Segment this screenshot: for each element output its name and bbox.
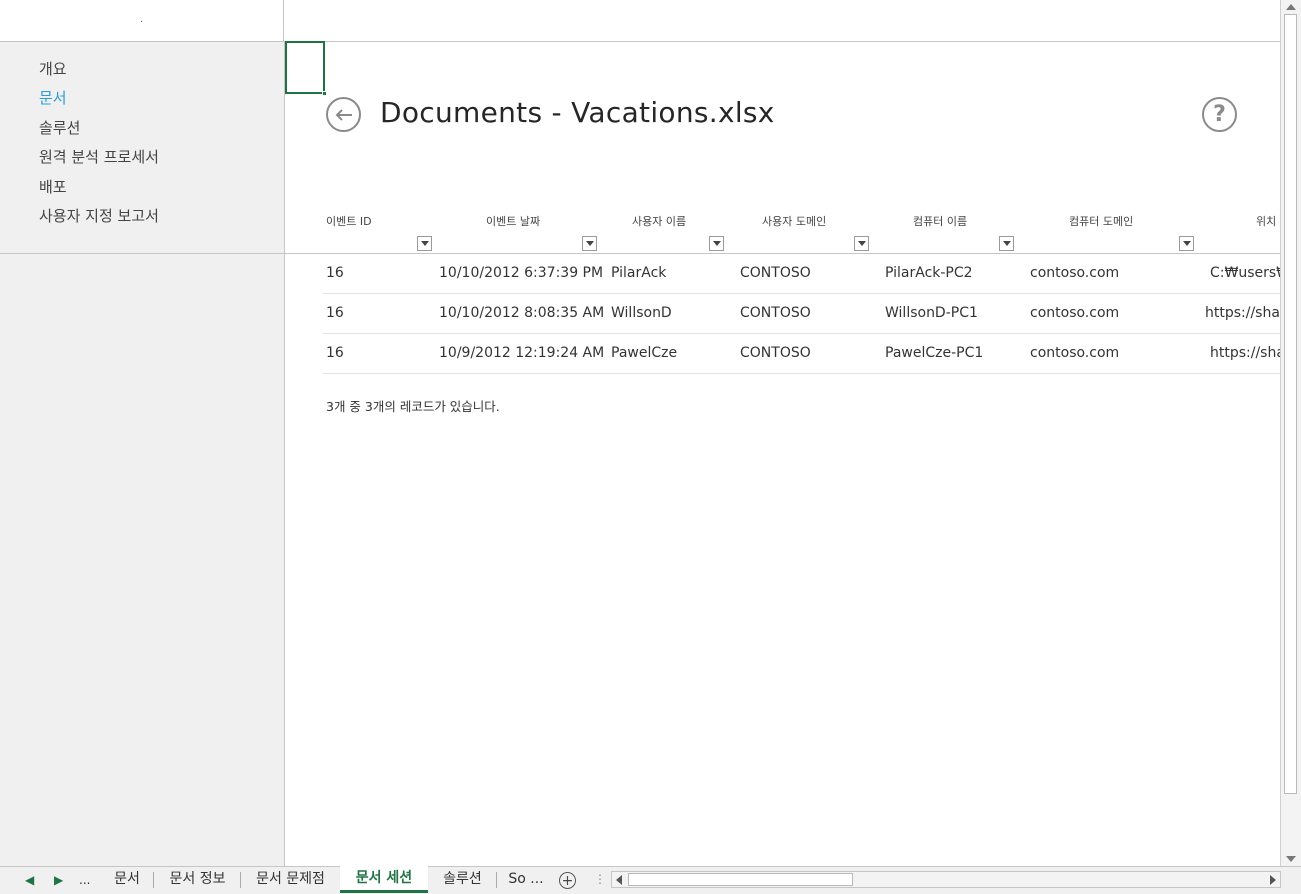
tab-document-issues[interactable]: 문서 문제점 (241, 867, 340, 893)
cell-user-domain: CONTOSO (740, 345, 811, 361)
left-pane-header: . (0, 0, 284, 41)
nav-item-telemetry-processor[interactable]: 원격 분석 프로세서 (39, 146, 284, 175)
cell-event-date: 10/10/2012 8:08:35 AM (439, 305, 605, 321)
scroll-left-icon[interactable] (616, 875, 622, 885)
column-header-location: 위치 (1256, 215, 1277, 228)
help-button[interactable]: ? (1202, 97, 1237, 132)
scroll-up-icon[interactable] (1286, 4, 1296, 10)
horizontal-scrollbar[interactable] (611, 871, 1281, 888)
sheet-tab-bar: ◀ ▶ ... 문서 문서 정보 문서 문제점 문서 세션 솔루션 So ...… (0, 866, 1301, 894)
fill-handle[interactable] (322, 91, 327, 96)
page-title: Documents - Vacations.xlsx (380, 96, 775, 129)
nav-item-deployment[interactable]: 배포 (39, 176, 284, 205)
next-sheet-icon[interactable]: ▶ (54, 873, 63, 887)
split-handle-icon[interactable]: ⋮ (594, 872, 606, 886)
table-row[interactable]: 16 10/10/2012 6:37:39 PM PilarAck CONTOS… (323, 254, 1280, 294)
prev-sheet-icon[interactable]: ◀ (25, 873, 34, 887)
record-count-text: 3개 중 3개의 레코드가 있습니다. (326, 399, 500, 414)
question-mark-icon: ? (1213, 102, 1226, 127)
tab-so-truncated[interactable]: So ... (497, 867, 555, 893)
filter-dropdown-event-id[interactable] (417, 236, 432, 251)
tab-document-sessions[interactable]: 문서 세션 (340, 866, 428, 893)
cell-user-name: WillsonD (611, 305, 672, 321)
filter-dropdown-computer-domain[interactable] (1179, 236, 1194, 251)
cell-computer-domain: contoso.com (1030, 345, 1120, 361)
vertical-scrollbar[interactable] (1280, 0, 1301, 866)
cell-location: C:₩users₩ (1210, 265, 1280, 281)
navigation-pane: 개요 문서 솔루션 원격 분석 프로세서 배포 사용자 지정 보고서 (0, 41, 285, 254)
table-row[interactable]: 16 10/10/2012 8:08:35 AM WillsonD CONTOS… (323, 294, 1280, 334)
column-header-event-id: 이벤트 ID (326, 215, 372, 228)
column-header-user-domain: 사용자 도메인 (762, 215, 827, 228)
filter-dropdown-event-date[interactable] (582, 236, 597, 251)
filter-dropdown-user-name[interactable] (709, 236, 724, 251)
cell-location: https://sha (1205, 305, 1280, 321)
tab-solutions[interactable]: 솔루션 (428, 867, 497, 893)
cell-computer-name: PilarAck-PC2 (885, 265, 973, 281)
cell-user-name: PilarAck (611, 265, 667, 281)
cell-computer-domain: contoso.com (1030, 265, 1120, 281)
add-sheet-icon[interactable]: + (559, 872, 576, 889)
vertical-scroll-thumb[interactable] (1284, 14, 1297, 794)
filter-dropdown-user-domain[interactable] (854, 236, 869, 251)
nav-item-overview[interactable]: 개요 (39, 58, 284, 87)
table-row[interactable]: 16 10/9/2012 12:19:24 AM PawelCze CONTOS… (323, 334, 1280, 374)
filter-dropdown-computer-name[interactable] (999, 236, 1014, 251)
more-sheets-button[interactable]: ... (79, 873, 90, 887)
column-header-computer-name: 컴퓨터 이름 (913, 215, 968, 228)
cell-user-domain: CONTOSO (740, 305, 811, 321)
nav-item-custom-reports[interactable]: 사용자 지정 보고서 (39, 205, 284, 234)
cell-location: https://sha (1210, 345, 1280, 361)
cell-user-name: PawelCze (611, 345, 678, 361)
cell-event-id: 16 (326, 305, 344, 321)
cell-computer-domain: contoso.com (1030, 305, 1120, 321)
divider (285, 41, 1280, 42)
left-pane-body (0, 254, 285, 866)
cell-event-date: 10/9/2012 12:19:24 AM (439, 345, 605, 361)
scroll-right-icon[interactable] (1270, 875, 1276, 885)
horizontal-scroll-thumb[interactable] (628, 873, 853, 886)
selected-cell[interactable] (285, 41, 327, 96)
main-content: Documents - Vacations.xlsx ? 이벤트 ID 이벤트 … (285, 0, 1280, 866)
cell-computer-name: WillsonD-PC1 (885, 305, 978, 321)
excel-window: . 개요 문서 솔루션 원격 분석 프로세서 배포 사용자 지정 보고서 Doc… (0, 0, 1301, 894)
tab-document-info[interactable]: 문서 정보 (154, 867, 241, 893)
cell-event-date: 10/10/2012 6:37:39 PM (439, 265, 604, 281)
cell-event-id: 16 (326, 345, 344, 361)
scroll-down-icon[interactable] (1286, 856, 1296, 862)
column-header-computer-domain: 컴퓨터 도메인 (1069, 215, 1134, 228)
nav-item-solutions[interactable]: 솔루션 (39, 117, 284, 146)
back-button[interactable] (326, 97, 361, 132)
dot-marker: . (140, 14, 144, 25)
column-header-user-name: 사용자 이름 (632, 215, 687, 228)
tab-documents[interactable]: 문서 (100, 867, 154, 893)
back-arrow-icon (335, 108, 352, 121)
cell-computer-name: PawelCze-PC1 (885, 345, 984, 361)
nav-item-documents[interactable]: 문서 (39, 87, 284, 116)
cell-user-domain: CONTOSO (740, 265, 811, 281)
column-header-event-date: 이벤트 날짜 (486, 215, 541, 228)
cell-event-id: 16 (326, 265, 344, 281)
